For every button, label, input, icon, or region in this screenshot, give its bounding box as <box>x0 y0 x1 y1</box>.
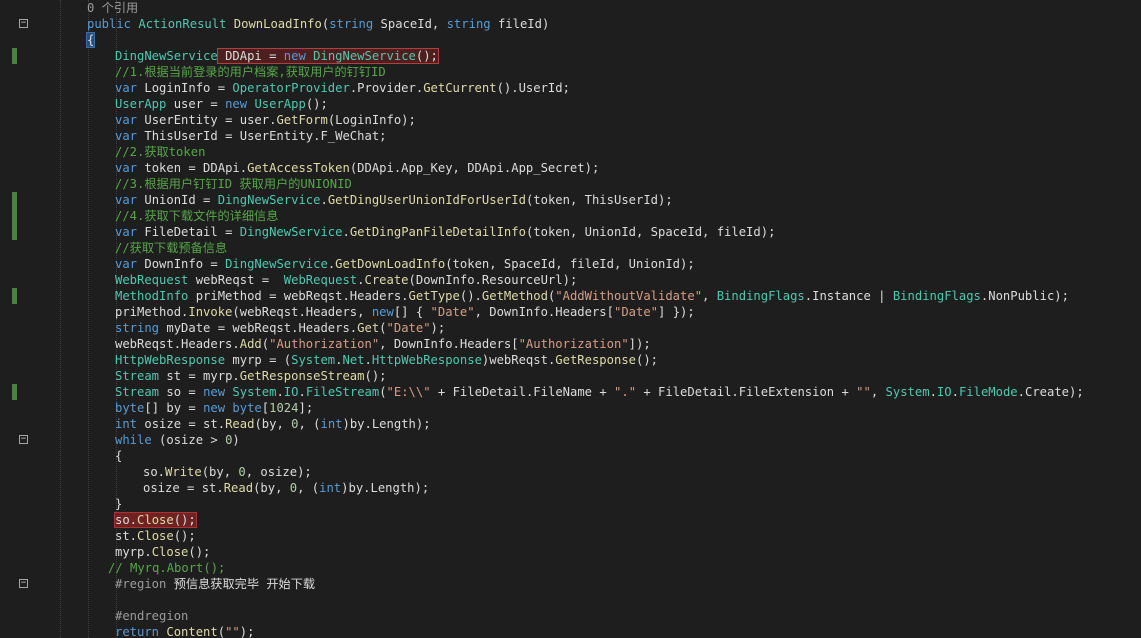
code-text: //2.获取token <box>115 145 206 159</box>
code-text: HttpWebResponse myrp = (System.Net.HttpW… <box>115 353 659 367</box>
code-text: myrp.Close(); <box>115 545 211 559</box>
code-line: // Myrq.Abort(); <box>0 560 1141 576</box>
code-text: UserApp user = new UserApp(); <box>115 97 328 111</box>
code-line: so.Write(by, 0, osize); <box>0 464 1141 480</box>
code-line: − public ActionResult DownLoadInfo(string… <box>0 16 1141 32</box>
code-text: so.Write(by, 0, osize); <box>143 465 312 479</box>
change-marker <box>12 192 17 208</box>
change-marker <box>12 288 17 304</box>
change-marker <box>12 384 17 400</box>
code-line: var LoginInfo = OperatorProvider.Provide… <box>0 80 1141 96</box>
code-line: //获取下载预备信息 <box>0 240 1141 256</box>
code-text: // Myrq.Abort(); <box>108 561 226 575</box>
code-text: //1.根据当前登录的用户档案,获取用户的钉钉ID <box>115 65 386 79</box>
code-line: st.Close(); <box>0 528 1141 544</box>
code-line: //3.根据用户钉钉ID 获取用户的UNIONID <box>0 176 1141 192</box>
change-marker <box>12 208 17 224</box>
code-line: var DownInfo = DingNewService.GetDownLoa… <box>0 256 1141 272</box>
code-line: − #region 预信息获取完毕 开始下载 <box>0 576 1141 592</box>
code-text: st.Close(); <box>115 529 196 543</box>
code-line: HttpWebResponse myrp = (System.Net.HttpW… <box>0 352 1141 368</box>
code-line: string myDate = webReqst.Headers.Get("Da… <box>0 320 1141 336</box>
code-line: var token = DDApi.GetAccessToken(DDApi.A… <box>0 160 1141 176</box>
code-text: var UserEntity = user.GetForm(LoginInfo)… <box>115 113 416 127</box>
code-text: //获取下载预备信息 <box>115 241 228 255</box>
code-text: public ActionResult DownLoadInfo(string … <box>87 17 550 31</box>
collapse-icon[interactable]: − <box>19 579 28 588</box>
code-line: DingNewService DDApi = new DingNewServic… <box>0 48 1141 64</box>
code-line: Stream st = myrp.GetResponseStream(); <box>0 368 1141 384</box>
code-text: return Content(""); <box>115 625 255 638</box>
code-text: string myDate = webReqst.Headers.Get("Da… <box>115 321 446 335</box>
code-text: #region 预信息获取完毕 开始下载 <box>115 577 316 591</box>
code-text: var UnionId = DingNewService.GetDingUser… <box>115 193 673 207</box>
code-line: var UnionId = DingNewService.GetDingUser… <box>0 192 1141 208</box>
code-text: while (osize > 0) <box>115 433 240 447</box>
code-line: UserApp user = new UserApp(); <box>0 96 1141 112</box>
code-text: var ThisUserId = UserEntity.F_WeChat; <box>115 129 387 143</box>
code-text: #endregion <box>115 609 189 623</box>
code-text: var DownInfo = DingNewService.GetDownLoa… <box>115 257 695 271</box>
code-line: { <box>0 32 1141 48</box>
code-line: so.Close(); <box>0 512 1141 528</box>
code-line: var FileDetail = DingNewService.GetDingP… <box>0 224 1141 240</box>
code-text: var FileDetail = DingNewService.GetDingP… <box>115 225 776 239</box>
code-line: #endregion <box>0 608 1141 624</box>
code-line: var ThisUserId = UserEntity.F_WeChat; <box>0 128 1141 144</box>
collapse-icon[interactable]: − <box>19 19 28 28</box>
change-marker <box>12 224 17 240</box>
code-line: webReqst.Headers.Add("Authorization", Do… <box>0 336 1141 352</box>
code-line: var UserEntity = user.GetForm(LoginInfo)… <box>0 112 1141 128</box>
code-text: so.Close(); <box>114 512 197 528</box>
code-text: { <box>115 449 123 463</box>
code-line: int osize = st.Read(by, 0, (int)by.Lengt… <box>0 416 1141 432</box>
code-text: Stream so = new System.IO.FileStream("E:… <box>115 385 1084 399</box>
code-line: return Content(""); <box>0 624 1141 638</box>
code-text: priMethod.Invoke(webReqst.Headers, new[]… <box>115 305 695 319</box>
code-text: WebRequest webReqst = WebRequest.Create(… <box>115 273 578 287</box>
code-text: int osize = st.Read(by, 0, (int)by.Lengt… <box>115 417 431 431</box>
code-line: myrp.Close(); <box>0 544 1141 560</box>
code-line: − while (osize > 0) <box>0 432 1141 448</box>
code-line: priMethod.Invoke(webReqst.Headers, new[]… <box>0 304 1141 320</box>
code-text: //4.获取下载文件的详细信息 <box>115 209 279 223</box>
code-line: //4.获取下载文件的详细信息 <box>0 208 1141 224</box>
change-marker <box>12 48 17 64</box>
code-text: } <box>115 497 123 511</box>
references-label: 0 个引用 <box>87 1 139 15</box>
code-text: osize = st.Read(by, 0, (int)by.Length); <box>143 481 430 495</box>
code-text: { <box>85 32 96 48</box>
code-line: } <box>0 496 1141 512</box>
code-line: Stream so = new System.IO.FileStream("E:… <box>0 384 1141 400</box>
code-line: //2.获取token <box>0 144 1141 160</box>
references-codelens[interactable]: 0 个引用 <box>0 0 1141 16</box>
code-line: { <box>0 448 1141 464</box>
collapse-icon[interactable]: − <box>19 435 28 444</box>
code-text: byte[] by = new byte[1024]; <box>115 401 314 415</box>
code-editor[interactable]: 0 个引用 − public ActionResult DownLoadInfo(s… <box>0 0 1141 638</box>
code-line: WebRequest webReqst = WebRequest.Create(… <box>0 272 1141 288</box>
code-text: var token = DDApi.GetAccessToken(DDApi.A… <box>115 161 600 175</box>
code-text: Stream st = myrp.GetResponseStream(); <box>115 369 387 383</box>
code-text: //3.根据用户钉钉ID 获取用户的UNIONID <box>115 177 352 191</box>
code-line: byte[] by = new byte[1024]; <box>0 400 1141 416</box>
code-text: webReqst.Headers.Add("Authorization", Do… <box>115 337 651 351</box>
code-text: var LoginInfo = OperatorProvider.Provide… <box>115 81 570 95</box>
code-text: DingNewService DDApi = new DingNewServic… <box>115 48 439 64</box>
code-line: //1.根据当前登录的用户档案,获取用户的钉钉ID <box>0 64 1141 80</box>
code-line: osize = st.Read(by, 0, (int)by.Length); <box>0 480 1141 496</box>
code-line: MethodInfo priMethod = webReqst.Headers.… <box>0 288 1141 304</box>
code-text: MethodInfo priMethod = webReqst.Headers.… <box>115 289 1069 303</box>
